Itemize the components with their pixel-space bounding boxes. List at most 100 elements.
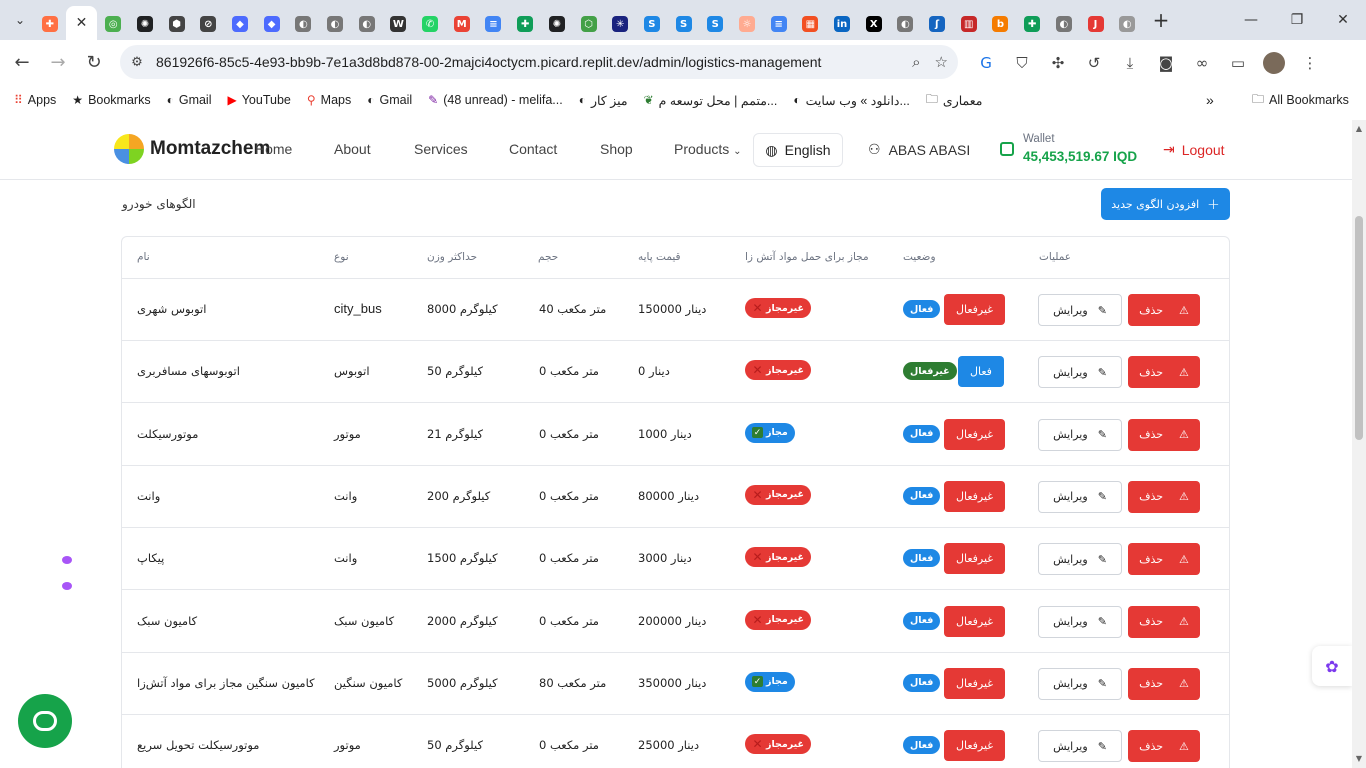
link-icon[interactable]: ∞ — [1184, 45, 1220, 81]
menu-kebab-icon[interactable]: ⋮ — [1292, 45, 1328, 81]
browser-tab[interactable]: ◐ — [319, 8, 351, 40]
edit-button[interactable]: ویرایش ✎ — [1038, 418, 1122, 451]
tab-search-button[interactable]: ⌄ — [6, 6, 34, 34]
toggle-status-button[interactable]: غیرفعال — [944, 294, 1006, 325]
browser-tab[interactable]: ◐ — [351, 8, 383, 40]
browser-tab[interactable]: ▥ — [953, 8, 985, 40]
toggle-status-button[interactable]: غیرفعال — [944, 730, 1006, 762]
edit-button[interactable]: ویرایش ✎ — [1038, 480, 1122, 513]
delete-button[interactable]: حذف ⚠ — [1128, 418, 1200, 451]
bookmark-item[interactable]: ⚲ Maps — [299, 88, 359, 112]
nav-home[interactable]: Home — [255, 141, 292, 157]
browser-tab[interactable]: ✺ — [541, 8, 573, 40]
browser-tab[interactable]: ✚ — [509, 8, 541, 40]
browser-tab[interactable]: ☼ — [731, 8, 763, 40]
browser-tab[interactable]: X — [858, 8, 890, 40]
browser-tab[interactable]: ✳ — [604, 8, 636, 40]
delete-button[interactable]: حذف ⚠ — [1128, 480, 1200, 513]
bookmark-item[interactable]: ⠿ Apps — [6, 88, 64, 112]
nav-about[interactable]: About — [334, 141, 371, 157]
close-window-button[interactable]: ✕ — [1320, 0, 1366, 40]
bookmark-item[interactable]: ✎ (48 unread) - melifa... — [420, 88, 571, 112]
nav-products[interactable]: Products ⌄ — [674, 141, 742, 157]
language-selector[interactable]: ◍ English — [753, 133, 843, 167]
extensions-icon[interactable]: ✣ — [1040, 45, 1076, 81]
camera-icon[interactable]: ◙ — [1148, 45, 1184, 81]
bookmark-item[interactable]: ◐ Gmail — [359, 88, 420, 112]
wallet-balance[interactable]: 45,453,519.67 IQD — [1023, 149, 1137, 164]
browser-tab[interactable]: ◐ — [288, 8, 320, 40]
browser-tab[interactable]: J — [1080, 8, 1112, 40]
bookmark-item[interactable]: ▶ YouTube — [220, 88, 299, 112]
toggle-status-button[interactable]: غیرفعال — [944, 480, 1006, 512]
browser-tab[interactable]: b — [985, 8, 1017, 40]
toggle-status-button[interactable]: فعال — [958, 356, 1004, 388]
browser-tab[interactable]: W — [383, 8, 415, 40]
all-bookmarks-button[interactable]: 🗀 All Bookmarks — [1244, 88, 1357, 112]
edit-button[interactable]: ویرایش ✎ — [1038, 605, 1122, 638]
browser-tab[interactable]: ◎ — [97, 8, 129, 40]
browser-tab[interactable]: M — [446, 8, 478, 40]
browser-tab[interactable]: ≡ — [763, 8, 795, 40]
logout-button[interactable]: ⇥ Logout — [1163, 141, 1225, 158]
bookmark-star-icon[interactable]: ☆ — [935, 53, 948, 71]
browser-tab[interactable]: ✺ — [129, 8, 161, 40]
toggle-status-button[interactable]: غیرفعال — [944, 667, 1006, 699]
delete-button[interactable]: حذف ⚠ — [1128, 667, 1200, 700]
page-scrollbar[interactable]: ▲ ▼ — [1352, 120, 1366, 768]
close-tab-icon[interactable]: ✕ — [76, 15, 88, 31]
user-menu[interactable]: ⚇ ABAS ABASI — [868, 141, 970, 158]
minimize-button[interactable]: — — [1228, 0, 1274, 40]
brand-name[interactable]: Momtazchem — [150, 138, 270, 160]
browser-tab[interactable]: ⊘ — [192, 8, 224, 40]
shield-extension-icon[interactable]: ⛉ — [1004, 45, 1040, 81]
back-button[interactable]: ← — [4, 45, 40, 81]
browser-tab[interactable]: S — [636, 8, 668, 40]
download-icon[interactable]: ⤓ — [1112, 45, 1148, 81]
browser-tab[interactable]: ✆ — [414, 8, 446, 40]
translate-icon[interactable]: G — [968, 45, 1004, 81]
browser-tab[interactable]: in — [826, 8, 858, 40]
bookmark-item[interactable]: ◐ میز کار — [571, 88, 636, 112]
add-template-button[interactable]: افزودن الگوی جدید + — [1101, 188, 1230, 220]
zoom-icon[interactable]: ⌕ — [912, 53, 920, 71]
delete-button[interactable]: حذف ⚠ — [1128, 605, 1200, 638]
browser-tab[interactable]: ◐ — [1111, 8, 1143, 40]
browser-tab[interactable]: S — [668, 8, 700, 40]
scroll-down-icon[interactable]: ▼ — [1352, 752, 1366, 766]
brand-logo-icon[interactable] — [114, 134, 144, 164]
browser-tab[interactable]: S — [699, 8, 731, 40]
nav-services[interactable]: Services — [414, 141, 468, 157]
address-bar[interactable]: ⚙ 861926f6-85c5-4e93-bb9b-7e1a3d8bd878-0… — [120, 45, 958, 79]
chat-widget-button[interactable] — [18, 694, 72, 748]
history-icon[interactable]: ↺ — [1076, 45, 1112, 81]
browser-tab[interactable]: ⬡ — [573, 8, 605, 40]
forward-button[interactable]: → — [40, 45, 76, 81]
site-info-icon[interactable]: ⚙ — [120, 55, 154, 70]
bookmark-item[interactable]: ★ Bookmarks — [64, 88, 158, 112]
floating-extension-button[interactable]: ✿ — [1312, 646, 1352, 686]
browser-tab[interactable]: ◆ — [224, 8, 256, 40]
new-tab-button[interactable]: + — [1147, 6, 1175, 34]
nav-shop[interactable]: Shop — [600, 141, 633, 157]
toggle-status-button[interactable]: غیرفعال — [944, 605, 1006, 637]
bookmark-item[interactable]: ❦ متمم | محل توسعه م... — [636, 88, 786, 112]
toggle-status-button[interactable]: غیرفعال — [944, 418, 1006, 450]
browser-tab[interactable]: ◐ — [890, 8, 922, 40]
browser-tab[interactable]: ✚ — [1016, 8, 1048, 40]
browser-tab[interactable]: ʃ — [921, 8, 953, 40]
scroll-up-icon[interactable]: ▲ — [1352, 122, 1366, 136]
browser-tab[interactable]: ✚ — [34, 8, 66, 40]
delete-button[interactable]: حذف ⚠ — [1128, 356, 1200, 389]
edit-button[interactable]: ویرایش ✎ — [1038, 356, 1122, 389]
more-bookmarks-button[interactable]: » — [1198, 88, 1222, 112]
delete-button[interactable]: حذف ⚠ — [1128, 294, 1200, 326]
edit-button[interactable]: ویرایش ✎ — [1038, 730, 1122, 763]
restore-button[interactable]: ❐ — [1274, 0, 1320, 40]
reload-button[interactable]: ↻ — [76, 45, 112, 81]
browser-tab[interactable]: ◐ — [1048, 8, 1080, 40]
delete-button[interactable]: حذف ⚠ — [1128, 730, 1200, 763]
browser-tab[interactable]: ◆ — [256, 8, 288, 40]
edit-button[interactable]: ویرایش ✎ — [1038, 667, 1122, 700]
browser-tab[interactable]: ⬢ — [161, 8, 193, 40]
